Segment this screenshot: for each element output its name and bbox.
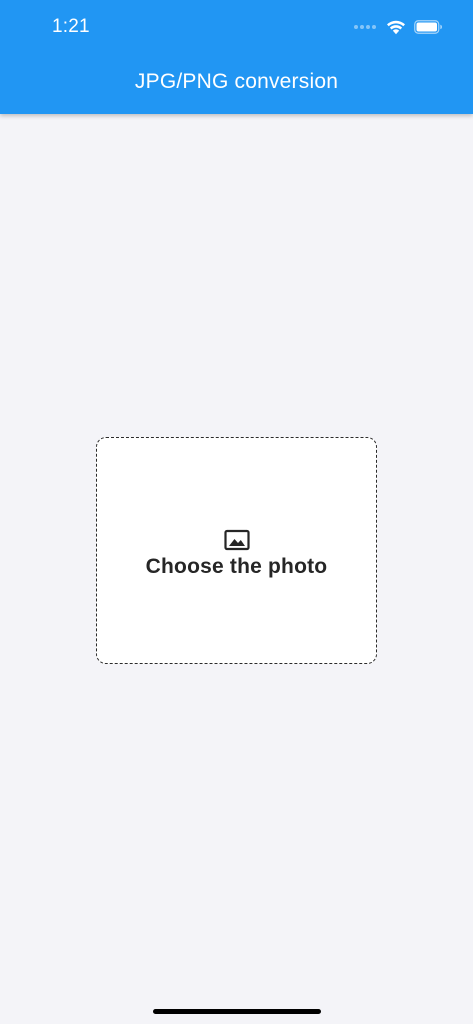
app-screen: 1:21 JPG/PNG conversion Choose the photo — [0, 0, 473, 1024]
wifi-icon — [387, 20, 405, 35]
image-icon — [223, 529, 250, 550]
cellular-signal-icon — [354, 25, 376, 29]
battery-icon — [414, 20, 442, 34]
app-bar: 1:21 JPG/PNG conversion — [0, 0, 473, 114]
page-title: JPG/PNG conversion — [134, 70, 339, 93]
status-icons — [354, 16, 443, 38]
choose-photo-button[interactable]: Choose the photo — [96, 437, 377, 664]
home-indicator[interactable] — [153, 1009, 321, 1014]
choose-photo-label: Choose the photo — [145, 554, 328, 578]
status-time: 1:21 — [52, 16, 90, 37]
